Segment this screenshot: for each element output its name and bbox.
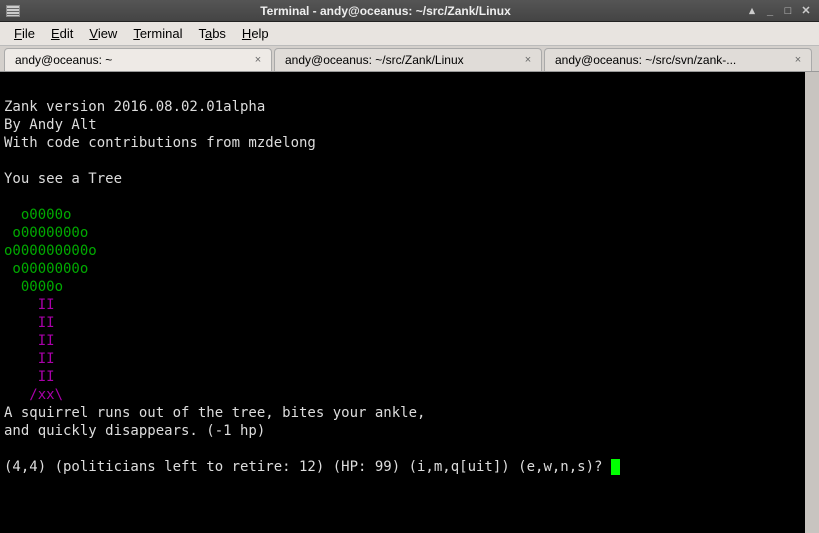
maximize-button[interactable]: □ — [781, 4, 795, 18]
menu-file[interactable]: File — [6, 23, 43, 44]
menu-help[interactable]: Help — [234, 23, 277, 44]
window-title: Terminal - andy@oceanus: ~/src/Zank/Linu… — [26, 4, 745, 18]
terminal-app-icon — [6, 5, 20, 17]
close-button[interactable]: ✕ — [799, 4, 813, 18]
window-titlebar: Terminal - andy@oceanus: ~/src/Zank/Linu… — [0, 0, 819, 22]
tab-label: andy@oceanus: ~/src/svn/zank-... — [555, 53, 785, 67]
menu-tabs[interactable]: Tabs — [190, 23, 233, 44]
menu-terminal[interactable]: Terminal — [125, 23, 190, 44]
tab-label: andy@oceanus: ~/src/Zank/Linux — [285, 53, 515, 67]
terminal-tab-2[interactable]: andy@oceanus: ~/src/svn/zank-... × — [544, 48, 812, 71]
close-icon[interactable]: × — [521, 53, 535, 67]
close-icon[interactable]: × — [251, 53, 265, 67]
menubar: FileEditViewTerminalTabsHelp — [0, 22, 819, 46]
menu-edit[interactable]: Edit — [43, 23, 81, 44]
cursor — [611, 459, 620, 475]
tab-label: andy@oceanus: ~ — [15, 53, 245, 67]
menu-view[interactable]: View — [81, 23, 125, 44]
terminal-tab-0[interactable]: andy@oceanus: ~ × — [4, 48, 272, 71]
shade-button[interactable]: ▴ — [745, 4, 759, 18]
minimize-button[interactable]: _ — [763, 4, 777, 18]
tabbar: andy@oceanus: ~×andy@oceanus: ~/src/Zank… — [0, 46, 819, 72]
close-icon[interactable]: × — [791, 53, 805, 67]
terminal-output[interactable]: Zank version 2016.08.02.01alpha By Andy … — [0, 72, 819, 533]
terminal-tab-1[interactable]: andy@oceanus: ~/src/Zank/Linux × — [274, 48, 542, 71]
